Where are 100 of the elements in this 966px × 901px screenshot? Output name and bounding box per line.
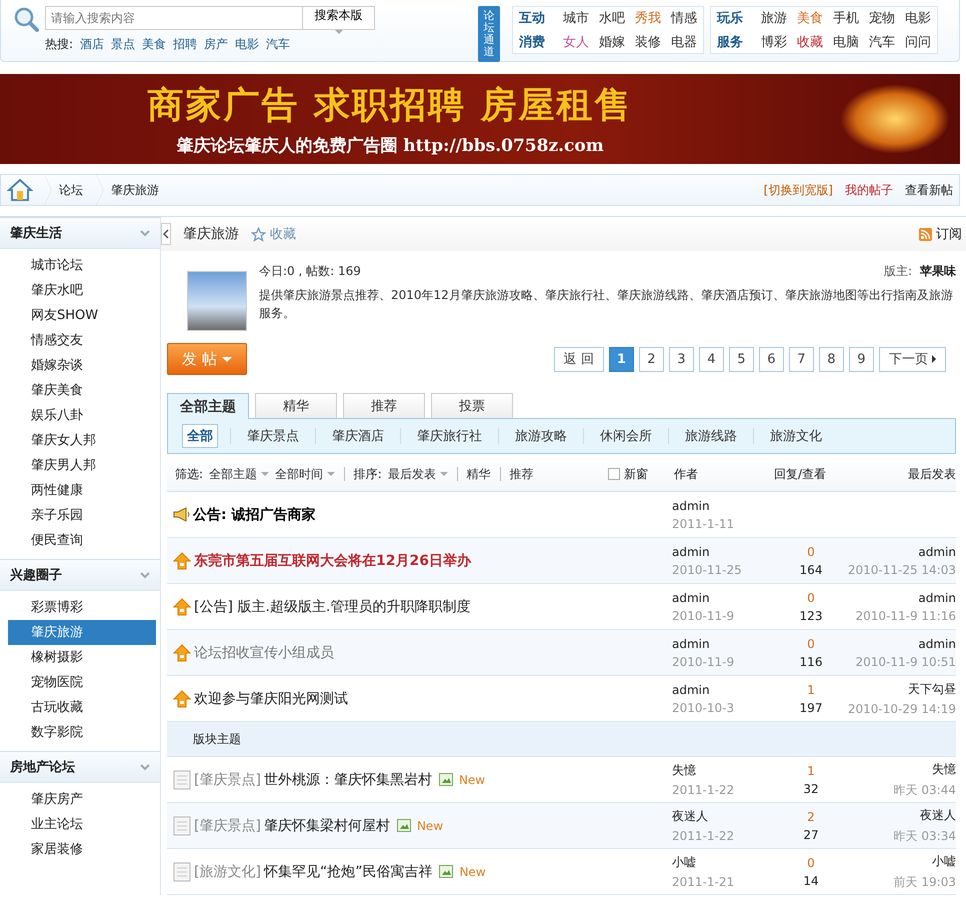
header-link[interactable]: 查看新帖 bbox=[905, 182, 953, 198]
thread-title-link[interactable]: 肇庆怀集梁村何屋村 bbox=[264, 816, 390, 834]
thread-category-link[interactable]: [旅游文化] bbox=[194, 862, 261, 880]
thread-title-link[interactable]: 世外桃源：肇庆怀集黑岩村 bbox=[264, 770, 432, 788]
sidebar-item[interactable]: 婚嫁杂谈 bbox=[8, 353, 156, 378]
hot-search-link[interactable]: 电影 bbox=[235, 36, 260, 53]
hot-search-link[interactable]: 美食 bbox=[142, 36, 166, 53]
search-field[interactable]: 请输入搜索内容 bbox=[45, 6, 303, 30]
last-poster-link[interactable]: admin bbox=[918, 590, 956, 604]
channel-link[interactable]: 博彩 bbox=[761, 33, 787, 51]
sidebar-item[interactable]: 网友SHOW bbox=[8, 303, 156, 328]
back-button[interactable]: 返 回 bbox=[554, 346, 604, 372]
sidebar-item[interactable]: 肇庆水吧 bbox=[8, 278, 156, 303]
tab[interactable]: 全部主题 bbox=[167, 393, 249, 419]
category-filter[interactable]: 肇庆酒店 bbox=[328, 425, 388, 447]
sidebar-item[interactable]: 娱乐八卦 bbox=[8, 403, 156, 428]
thread-title-link[interactable]: 怀集罕见“抢炮”民俗寓吉祥 bbox=[264, 862, 432, 880]
page-number-button[interactable]: 7 bbox=[788, 346, 814, 372]
channel-link[interactable]: 情感 bbox=[671, 9, 697, 27]
breadcrumb-link[interactable]: 肇庆旅游 bbox=[111, 182, 159, 198]
type-filter-dropdown[interactable]: 全部主题 bbox=[209, 466, 269, 482]
sidebar-item[interactable]: 肇庆女人邦 bbox=[8, 428, 156, 453]
page-number-button[interactable]: 9 bbox=[848, 346, 874, 372]
channel-link[interactable]: 汽车 bbox=[869, 33, 895, 51]
channel-link[interactable]: 水吧 bbox=[599, 9, 625, 27]
author-link[interactable]: admin bbox=[672, 544, 776, 558]
sidebar-item[interactable]: 两性健康 bbox=[8, 478, 156, 503]
channel-link[interactable]: 女人 bbox=[563, 33, 589, 51]
thread-title-link[interactable]: 东莞市第五届互联网大会将在12月26日举办 bbox=[194, 552, 471, 570]
category-filter[interactable]: 旅游线路 bbox=[681, 425, 741, 447]
sidebar-item[interactable]: 亲子乐园 bbox=[8, 503, 156, 528]
sidebar-item[interactable]: 数字影院 bbox=[8, 720, 156, 745]
channel-link[interactable]: 旅游 bbox=[761, 9, 787, 27]
channel-link[interactable]: 电脑 bbox=[833, 33, 859, 51]
category-filter[interactable]: 肇庆旅行社 bbox=[413, 425, 486, 447]
digest-link[interactable]: 精华 bbox=[466, 466, 491, 482]
sidebar-item[interactable]: 肇庆房产 bbox=[8, 787, 156, 812]
sidebar-item[interactable]: 业主论坛 bbox=[8, 812, 156, 837]
author-link[interactable]: admin bbox=[672, 498, 776, 512]
thread-title-link[interactable]: 论坛招收宣传小组成员 bbox=[194, 644, 334, 662]
channel-link[interactable]: 装修 bbox=[635, 33, 661, 51]
author-link[interactable]: admin bbox=[672, 590, 776, 604]
sort-dropdown[interactable]: 最后发表 bbox=[388, 466, 448, 482]
sidebar-item[interactable]: 古玩收藏 bbox=[8, 695, 156, 720]
thread-title-link[interactable]: 欢迎参与肇庆阳光网测试 bbox=[194, 690, 348, 708]
page-number-button[interactable]: 8 bbox=[818, 346, 844, 372]
new-window-checkbox[interactable] bbox=[608, 468, 620, 480]
category-filter[interactable]: 肇庆景点 bbox=[243, 425, 303, 447]
author-link[interactable]: 小嘘 bbox=[672, 854, 776, 871]
sidebar-item[interactable]: 肇庆美食 bbox=[8, 378, 156, 403]
hot-search-link[interactable]: 汽车 bbox=[266, 36, 290, 53]
sidebar-item[interactable]: 宠物医院 bbox=[8, 670, 156, 695]
page-number-button[interactable]: 2 bbox=[638, 346, 664, 372]
sidebar-group-header[interactable]: 房地产论坛 bbox=[0, 751, 160, 783]
time-filter-dropdown[interactable]: 全部时间 bbox=[274, 466, 335, 482]
author-link[interactable]: 夜迷人 bbox=[672, 808, 776, 825]
sidebar-item[interactable]: 橡树摄影 bbox=[8, 645, 156, 670]
category-filter[interactable]: 旅游攻略 bbox=[511, 425, 571, 447]
last-poster-link[interactable]: 天下勾昼 bbox=[908, 681, 956, 698]
breadcrumb-link[interactable]: 论坛 bbox=[59, 182, 83, 198]
recommend-link[interactable]: 推荐 bbox=[510, 466, 534, 482]
sidebar-item[interactable]: 便民查询 bbox=[8, 528, 156, 553]
last-poster-link[interactable]: admin bbox=[918, 636, 956, 650]
sidebar-item[interactable]: 城市论坛 bbox=[8, 253, 156, 278]
collapse-sidebar-button[interactable] bbox=[161, 223, 171, 245]
moderator-link[interactable]: 苹果味 bbox=[920, 264, 956, 278]
channel-link[interactable]: 城市 bbox=[563, 9, 589, 27]
tab[interactable]: 推荐 bbox=[343, 393, 425, 418]
channel-link[interactable]: 宠物 bbox=[869, 9, 895, 27]
sidebar-item[interactable]: 情感交友 bbox=[8, 328, 156, 353]
tab[interactable]: 精华 bbox=[255, 393, 337, 418]
channel-link[interactable]: 收藏 bbox=[797, 33, 823, 51]
home-icon[interactable] bbox=[7, 178, 33, 202]
page-number-button[interactable]: 4 bbox=[698, 346, 724, 372]
sidebar-group-header[interactable]: 肇庆生活 bbox=[0, 217, 160, 249]
last-poster-link[interactable]: 失憶 bbox=[932, 760, 956, 778]
category-filter[interactable]: 休闲会所 bbox=[596, 425, 656, 447]
new-window-label[interactable]: 新窗 bbox=[624, 466, 648, 482]
last-poster-link[interactable]: 夜迷人 bbox=[920, 806, 956, 824]
thread-category-link[interactable]: [肇庆景点] bbox=[194, 770, 261, 788]
subscribe-link[interactable]: 订阅 bbox=[919, 225, 966, 243]
hot-search-link[interactable]: 招聘 bbox=[173, 36, 198, 53]
page-number-button[interactable]: 6 bbox=[758, 346, 784, 372]
sidebar-item[interactable]: 彩票博彩 bbox=[8, 595, 156, 620]
thread-title-link[interactable]: [公告] 版主.超级版主.管理员的升职降职制度 bbox=[194, 598, 470, 616]
channel-link[interactable]: 美食 bbox=[797, 9, 823, 27]
channel-link[interactable]: 电影 bbox=[905, 9, 931, 27]
category-filter[interactable]: 全部 bbox=[182, 424, 218, 448]
category-filter[interactable]: 旅游文化 bbox=[766, 425, 826, 447]
thread-title-link[interactable]: 公告: 诚招广告商家 bbox=[193, 506, 316, 524]
header-link[interactable]: [切换到宽版] bbox=[764, 182, 833, 198]
sidebar-item[interactable]: 家居装修 bbox=[8, 837, 156, 862]
sidebar-item[interactable]: 肇庆男人邦 bbox=[8, 453, 156, 478]
channel-link[interactable]: 秀我 bbox=[635, 9, 661, 27]
tab[interactable]: 投票 bbox=[431, 393, 513, 418]
page-number-button[interactable]: 3 bbox=[668, 346, 694, 372]
channel-link[interactable]: 电器 bbox=[671, 33, 697, 51]
last-poster-link[interactable]: admin bbox=[918, 544, 956, 558]
author-link[interactable]: admin bbox=[672, 682, 776, 696]
author-link[interactable]: admin bbox=[672, 636, 776, 650]
